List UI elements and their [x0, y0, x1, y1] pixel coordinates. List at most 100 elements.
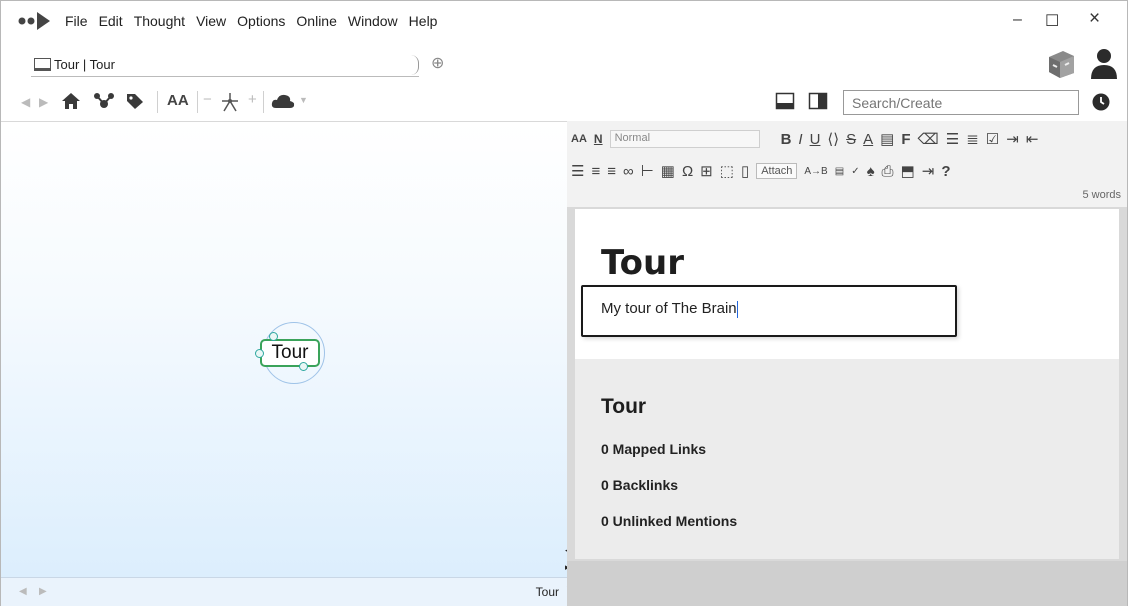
format-toolbar: AA N Normal B I U ⟨⟩ S A ▤ F ⌫ ☰ ≣ ☑ ⇥ ⇤… [567, 121, 1127, 207]
paragraph-style-select[interactable]: Normal [609, 130, 760, 148]
parent-gate-icon[interactable] [269, 332, 278, 341]
tab-edge [411, 55, 419, 75]
highlight-button[interactable]: ▤ [880, 130, 894, 148]
menu-edit[interactable]: Edit [99, 13, 123, 29]
special-char-icon[interactable]: Ω [682, 163, 693, 180]
forward-icon[interactable]: ▶ [39, 95, 48, 109]
status-thought-label: Tour [535, 585, 559, 599]
maximize-button[interactable]: ☐ [1045, 11, 1059, 31]
links-panel: Tour 0 Mapped Links 0 Backlinks 0 Unlink… [575, 359, 1119, 559]
font-size-icon[interactable]: AA [167, 92, 189, 109]
format-row-2: ☰ ≡ ≡ ∞ ⊢ ▦ Ω ⊞ ⬚ ▯ Attach A→B ▤ ✓ ♠ ⎙ ⬒… [571, 159, 958, 183]
layout-bottom-icon[interactable] [775, 91, 795, 111]
font-color-button[interactable]: A [863, 131, 873, 148]
brain-cube-icon[interactable] [1041, 45, 1079, 81]
toolbar-separator [197, 91, 198, 113]
notes-pane: AA N Normal B I U ⟨⟩ S A ▤ F ⌫ ☰ ≣ ☑ ⇥ ⇤… [567, 121, 1127, 606]
mind-map-icon[interactable] [93, 92, 115, 110]
bold-button[interactable]: B [781, 131, 792, 148]
note-title[interactable]: Tour [601, 243, 684, 283]
brain-tab[interactable]: Tour | Tour [31, 53, 419, 77]
align-left-icon[interactable]: ☰ [571, 162, 584, 180]
backlinks-section[interactable]: 0 Backlinks [601, 477, 678, 493]
user-account-icon[interactable] [1088, 45, 1120, 81]
map-status-bar: ◀ ▶ Tour [1, 577, 567, 606]
numbered-list-icon[interactable]: ≣ [966, 130, 979, 148]
active-thought-node[interactable]: Tour [260, 339, 320, 367]
zoom-out-icon[interactable]: − [203, 91, 212, 108]
align-right-icon[interactable]: ≡ [607, 163, 616, 180]
collapse-icon[interactable]: ⇥ [922, 162, 935, 180]
new-tab-icon[interactable]: ⊕ [431, 53, 444, 73]
underline-button[interactable]: U [810, 131, 821, 148]
note-editor[interactable]: Tour My tour of The Brain [575, 209, 1119, 359]
notes-pane-footer [567, 561, 1127, 606]
menu-help[interactable]: Help [409, 13, 438, 29]
brain-file-icon [34, 58, 51, 71]
main-toolbar: ◀ ▶ AA − + ▼ [1, 87, 1127, 117]
paragraph-style-icon[interactable]: N [594, 132, 603, 146]
print-icon[interactable]: ⎙ [882, 163, 894, 180]
bullet-list-icon[interactable]: ☰ [946, 130, 959, 148]
outdent-icon[interactable]: ⇤ [1026, 130, 1039, 148]
status-back-icon[interactable]: ◀ [19, 586, 27, 597]
calendar-icon[interactable]: ▦ [661, 162, 675, 180]
menu-window[interactable]: Window [348, 13, 398, 29]
book-icon[interactable]: ▯ [741, 162, 749, 180]
toolbar-separator [157, 91, 158, 113]
strikethrough-button[interactable]: S [846, 131, 856, 148]
toolbar-separator [263, 91, 264, 113]
text-size-icon[interactable]: AA [571, 133, 587, 145]
horizontal-rule-icon[interactable]: ⊢ [641, 162, 654, 180]
link-icon[interactable]: ∞ [623, 163, 634, 180]
menu-thought[interactable]: Thought [134, 13, 185, 29]
code-button[interactable]: ⟨⟩ [827, 130, 839, 148]
format-row-1: AA N Normal B I U ⟨⟩ S A ▤ F ⌫ ☰ ≣ ☑ ⇥ ⇤ [571, 127, 1045, 151]
checkbox-icon[interactable]: ☑ [986, 130, 999, 148]
thought-label-field[interactable]: My tour of The Brain [581, 285, 957, 337]
close-button[interactable]: × [1089, 8, 1100, 30]
italic-button[interactable]: I [798, 131, 802, 148]
table-icon[interactable]: ⊞ [700, 162, 713, 180]
mapped-links-section[interactable]: 0 Mapped Links [601, 441, 706, 457]
back-icon[interactable]: ◀ [21, 95, 30, 109]
replace-icon[interactable]: A→B [804, 166, 827, 177]
spellcheck-icon[interactable]: ✓ [851, 166, 859, 177]
unlinked-mentions-section[interactable]: 0 Unlinked Mentions [601, 513, 737, 529]
home-icon[interactable] [61, 92, 81, 110]
menu-bar: File Edit Thought View Options Online Wi… [1, 1, 1127, 41]
menu-view[interactable]: View [196, 13, 226, 29]
app-window: File Edit Thought View Options Online Wi… [0, 0, 1128, 606]
align-center-icon[interactable]: ≡ [591, 163, 600, 180]
layout-icon[interactable] [219, 91, 241, 113]
zoom-in-icon[interactable]: + [248, 91, 257, 108]
cloud-dropdown-icon[interactable]: ▼ [299, 95, 308, 105]
links-panel-title: Tour [601, 395, 647, 418]
font-button[interactable]: F [901, 131, 910, 148]
attach-button[interactable]: Attach [756, 163, 798, 179]
text-caret [736, 300, 738, 318]
tab-bar: Tour | Tour ⊕ [1, 45, 1127, 85]
help-icon[interactable]: ? [941, 163, 950, 180]
indent-icon[interactable]: ⇥ [1006, 130, 1019, 148]
menu-file[interactable]: File [65, 13, 88, 29]
clear-format-icon[interactable]: ⌫ [918, 130, 939, 148]
thought-map-pane[interactable]: Tour [1, 121, 567, 577]
minimize-button[interactable]: – [1013, 11, 1022, 29]
child-gate-icon[interactable] [299, 362, 308, 371]
export-icon[interactable]: ⬒ [901, 162, 915, 180]
status-forward-icon[interactable]: ▶ [39, 586, 47, 597]
history-icon[interactable] [1091, 92, 1111, 112]
incognito-icon[interactable]: ♠ [867, 163, 875, 180]
tag-icon[interactable] [125, 92, 145, 110]
tab-label: Tour | Tour [54, 57, 115, 72]
layout-right-icon[interactable] [808, 91, 828, 111]
cloud-icon[interactable] [271, 93, 295, 109]
thought-label-text: My tour of The Brain [601, 300, 737, 317]
search-input[interactable] [843, 90, 1079, 115]
jump-gate-icon[interactable] [255, 349, 264, 358]
word-count-icon[interactable]: ▤ [835, 166, 844, 177]
menu-online[interactable]: Online [296, 13, 336, 29]
frame-icon[interactable]: ⬚ [720, 162, 734, 180]
menu-options[interactable]: Options [237, 13, 285, 29]
